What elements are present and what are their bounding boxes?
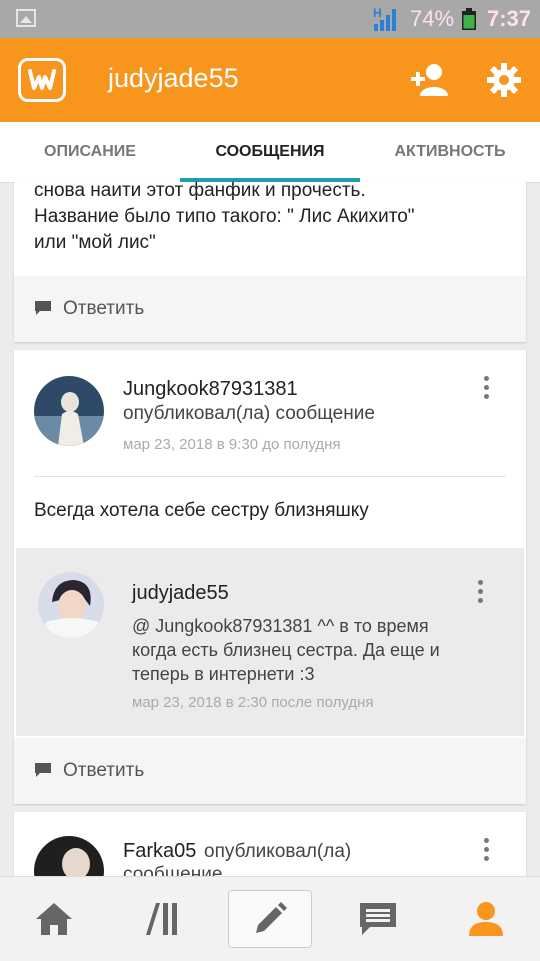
- bottom-navigation: [0, 876, 540, 961]
- reply-text-line: @ Jungkook87931381 ^^ в то время: [132, 616, 429, 636]
- nav-messages[interactable]: [324, 877, 432, 961]
- message-text-line: Название было типо такого: " Лис Акихито…: [34, 206, 415, 227]
- avatar[interactable]: [38, 572, 104, 638]
- nav-profile[interactable]: [432, 877, 540, 961]
- clock: 7:37: [487, 6, 532, 31]
- status-bar: H 74% 7:37: [0, 0, 540, 38]
- signal-icon: H: [373, 6, 396, 31]
- gear-icon[interactable]: [486, 62, 522, 98]
- reply-label: Ответить: [63, 298, 145, 319]
- more-options-icon[interactable]: [484, 838, 490, 865]
- comment-icon: [35, 301, 51, 315]
- tab-messages[interactable]: СООБЩЕНИЯ: [180, 122, 360, 182]
- svg-text:H: H: [373, 6, 382, 20]
- reply-text-line: теперь в интернети :3: [132, 664, 315, 684]
- tab-activity[interactable]: АКТИВНОСТЬ: [360, 122, 540, 182]
- post-author[interactable]: Jungkook87931381: [123, 378, 298, 401]
- post-author[interactable]: Farka05: [123, 840, 196, 863]
- reply-thread: judyjade55 @ Jungkook87931381 ^^ в то вр…: [16, 548, 524, 736]
- message-text-line: или "мой лис": [34, 232, 156, 253]
- more-options-icon[interactable]: [484, 376, 490, 403]
- post-text: Всегда хотела себе сестру близняшку: [34, 500, 369, 521]
- reply-label: Ответить: [63, 760, 145, 781]
- profile-icon: [469, 902, 503, 936]
- reply-button[interactable]: Ответить: [14, 276, 526, 342]
- image-notification-icon: [16, 9, 36, 27]
- library-icon: [146, 903, 177, 935]
- message-text-line: снова наити этот фанфик и прочесть.: [34, 180, 366, 201]
- battery-icon: [462, 8, 476, 30]
- messages-icon: [360, 903, 396, 935]
- write-icon: [256, 902, 287, 933]
- reply-author[interactable]: judyjade55: [132, 582, 229, 605]
- nav-write[interactable]: [216, 877, 324, 961]
- divider: [34, 476, 506, 477]
- reply-button[interactable]: Ответить: [14, 738, 526, 804]
- reply-timestamp: мар 23, 2018 в 2:30 после полудня: [132, 694, 374, 711]
- profile-tabs: ОПИСАНИЕ СООБЩЕНИЯ АКТИВНОСТЬ: [0, 122, 540, 183]
- reply-text-line: когда есть близнец сестра. Да еще и: [132, 640, 440, 660]
- battery-percent: 74%: [410, 6, 455, 31]
- tab-description[interactable]: ОПИСАНИЕ: [0, 122, 180, 182]
- wattpad-logo-icon[interactable]: [18, 58, 66, 102]
- more-options-icon[interactable]: [478, 580, 484, 607]
- post-action: опубликовал(ла) сообщение: [123, 403, 375, 424]
- post-action: опубликовал(ла): [204, 841, 352, 862]
- post-timestamp: мар 23, 2018 в 9:30 до полудня: [123, 436, 341, 453]
- home-icon: [36, 903, 72, 935]
- message-card: снова наити этот фанфик и прочесть. Назв…: [14, 180, 526, 342]
- app-header: judyjade55: [0, 38, 540, 122]
- avatar[interactable]: [34, 376, 104, 446]
- add-user-icon[interactable]: [410, 62, 452, 98]
- nav-library[interactable]: [108, 877, 216, 961]
- profile-username: judyjade55: [108, 63, 239, 93]
- message-card: Jungkook87931381 опубликовал(ла) сообщен…: [14, 350, 526, 804]
- nav-home[interactable]: [0, 877, 108, 961]
- comment-icon: [35, 763, 51, 777]
